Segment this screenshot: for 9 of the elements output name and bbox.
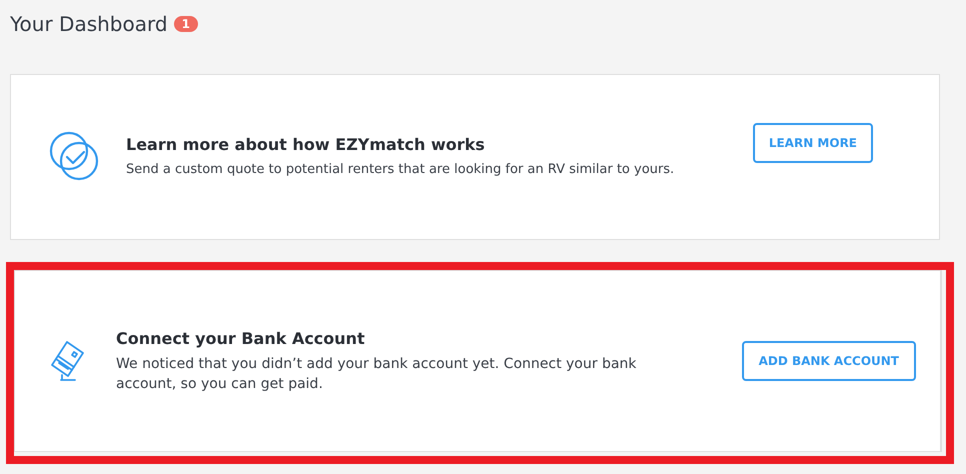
card-title: Connect your Bank Account <box>116 328 366 348</box>
card-description: Send a custom quote to potential renters that are looking for an RV similar to yours. <box>126 160 676 178</box>
notification-badge: 1 <box>174 16 198 32</box>
card-title: Learn more about how EZYmatch works <box>126 134 486 154</box>
card-description: We noticed that you didn’t add your bank account yet. Connect your bank account, so you can get paid. <box>116 354 638 394</box>
dashboard-title: Your Dashboard <box>10 12 168 36</box>
credit-card-icon <box>50 339 86 383</box>
learn-more-button[interactable]: LEARN MORE <box>752 123 873 163</box>
add-bank-account-button[interactable]: ADD BANK ACCOUNT <box>742 341 916 381</box>
